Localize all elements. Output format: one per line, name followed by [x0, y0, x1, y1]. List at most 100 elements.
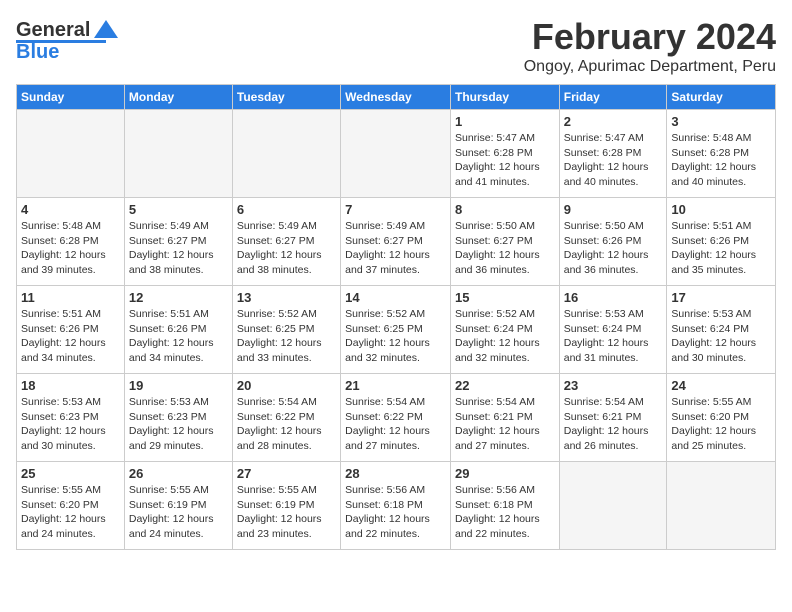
day-number: 6 [237, 202, 336, 217]
calendar-cell: 28Sunrise: 5:56 AMSunset: 6:18 PMDayligh… [341, 462, 451, 550]
day-number: 21 [345, 378, 446, 393]
day-info: Sunrise: 5:54 AMSunset: 6:21 PMDaylight:… [564, 395, 663, 454]
calendar-cell: 19 Sunrise: 5:53 AMSunset: 6:23 PMDayligh… [124, 374, 232, 462]
day-info: Sunrise: 5:47 AMSunset: 6:28 PMDaylight:… [564, 131, 663, 190]
calendar-week-row-4: 18 Sunrise: 5:53 AMSunset: 6:23 PMDayligh… [17, 374, 776, 462]
day-number: 1 [455, 114, 555, 129]
day-number: 2 [564, 114, 663, 129]
title-block: February 2024 Ongoy, Apurimac Department… [524, 16, 776, 76]
day-info: Sunrise: 5:50 AMSunset: 6:26 PMDaylight:… [564, 219, 663, 278]
day-info: Sunrise: 5:54 AMSunset: 6:22 PMDaylight:… [345, 395, 446, 454]
day-info: Sunrise: 5:55 AMSunset: 6:19 PMDaylight:… [129, 483, 228, 542]
calendar-cell: 5 Sunrise: 5:49 AMSunset: 6:27 PMDaylight… [124, 198, 232, 286]
logo-text: General [16, 19, 90, 42]
day-info: Sunrise: 5:52 AMSunset: 6:24 PMDaylight:… [455, 307, 555, 366]
calendar-cell: 12Sunrise: 5:51 AMSunset: 6:26 PMDayligh… [124, 286, 232, 374]
day-info: Sunrise: 5:49 AMSunset: 6:27 PMDaylight:… [237, 219, 336, 278]
day-number: 13 [237, 290, 336, 305]
calendar-cell: 23 Sunrise: 5:54 AMSunset: 6:21 PMDayligh… [559, 374, 667, 462]
day-info: Sunrise: 5:55 AMSunset: 6:20 PMDaylight:… [671, 395, 771, 454]
calendar-week-row-3: 11Sunrise: 5:51 AMSunset: 6:26 PMDayligh… [17, 286, 776, 374]
day-number: 26 [129, 466, 228, 481]
day-info: Sunrise: 5:54 AMSunset: 6:22 PMDaylight:… [237, 395, 336, 454]
header-friday: Friday [559, 85, 667, 110]
day-info: Sunrise: 5:53 AMSunset: 6:24 PMDaylight:… [564, 307, 663, 366]
calendar-cell: 24 Sunrise: 5:55 AMSunset: 6:20 PMDayligh… [667, 374, 776, 462]
day-number: 8 [455, 202, 555, 217]
header-tuesday: Tuesday [232, 85, 340, 110]
day-info: Sunrise: 5:52 AMSunset: 6:25 PMDaylight:… [345, 307, 446, 366]
calendar-cell: 3Sunrise: 5:48 AMSunset: 6:28 PMDaylight… [667, 110, 776, 198]
calendar-cell: 26 Sunrise: 5:55 AMSunset: 6:19 PMDayligh… [124, 462, 232, 550]
calendar-cell [667, 462, 776, 550]
calendar-week-row-5: 25Sunrise: 5:55 AMSunset: 6:20 PMDayligh… [17, 462, 776, 550]
calendar-cell: 13 Sunrise: 5:52 AMSunset: 6:25 PMDayligh… [232, 286, 340, 374]
day-number: 24 [671, 378, 771, 393]
day-info: Sunrise: 5:53 AMSunset: 6:23 PMDaylight:… [21, 395, 120, 454]
calendar-cell: 25Sunrise: 5:55 AMSunset: 6:20 PMDayligh… [17, 462, 125, 550]
logo-blue-text: Blue [16, 41, 59, 64]
calendar-cell: 18 Sunrise: 5:53 AMSunset: 6:23 PMDayligh… [17, 374, 125, 462]
calendar-cell: 16 Sunrise: 5:53 AMSunset: 6:24 PMDayligh… [559, 286, 667, 374]
day-info: Sunrise: 5:51 AMSunset: 6:26 PMDaylight:… [671, 219, 771, 278]
day-info: Sunrise: 5:50 AMSunset: 6:27 PMDaylight:… [455, 219, 555, 278]
day-info: Sunrise: 5:49 AMSunset: 6:27 PMDaylight:… [345, 219, 446, 278]
calendar-cell: 10 Sunrise: 5:51 AMSunset: 6:26 PMDayligh… [667, 198, 776, 286]
calendar-cell: 6 Sunrise: 5:49 AMSunset: 6:27 PMDaylight… [232, 198, 340, 286]
day-info: Sunrise: 5:53 AMSunset: 6:24 PMDaylight:… [671, 307, 771, 366]
day-info: Sunrise: 5:54 AMSunset: 6:21 PMDaylight:… [455, 395, 555, 454]
calendar-cell [559, 462, 667, 550]
logo: General Blue [16, 16, 120, 64]
calendar-cell: 15 Sunrise: 5:52 AMSunset: 6:24 PMDayligh… [450, 286, 559, 374]
calendar-cell [232, 110, 340, 198]
day-info: Sunrise: 5:53 AMSunset: 6:23 PMDaylight:… [129, 395, 228, 454]
day-number: 22 [455, 378, 555, 393]
header-monday: Monday [124, 85, 232, 110]
page-header: General Blue February 2024 Ongoy, Apurim… [16, 16, 776, 76]
header-saturday: Saturday [667, 85, 776, 110]
page-title: February 2024 [524, 16, 776, 58]
day-number: 7 [345, 202, 446, 217]
day-number: 15 [455, 290, 555, 305]
day-info: Sunrise: 5:51 AMSunset: 6:26 PMDaylight:… [21, 307, 120, 366]
calendar-cell: 11Sunrise: 5:51 AMSunset: 6:26 PMDayligh… [17, 286, 125, 374]
calendar-table: Sunday Monday Tuesday Wednesday Thursday… [16, 84, 776, 550]
day-number: 23 [564, 378, 663, 393]
calendar-cell: 27Sunrise: 5:55 AMSunset: 6:19 PMDayligh… [232, 462, 340, 550]
day-number: 29 [455, 466, 555, 481]
day-number: 19 [129, 378, 228, 393]
day-info: Sunrise: 5:55 AMSunset: 6:20 PMDaylight:… [21, 483, 120, 542]
day-info: Sunrise: 5:56 AMSunset: 6:18 PMDaylight:… [455, 483, 555, 542]
calendar-cell: 7 Sunrise: 5:49 AMSunset: 6:27 PMDaylight… [341, 198, 451, 286]
day-info: Sunrise: 5:52 AMSunset: 6:25 PMDaylight:… [237, 307, 336, 366]
day-number: 4 [21, 202, 120, 217]
calendar-cell: 2 Sunrise: 5:47 AMSunset: 6:28 PMDaylight… [559, 110, 667, 198]
day-info: Sunrise: 5:48 AMSunset: 6:28 PMDaylight:… [21, 219, 120, 278]
day-info: Sunrise: 5:55 AMSunset: 6:19 PMDaylight:… [237, 483, 336, 542]
calendar-cell: 29 Sunrise: 5:56 AMSunset: 6:18 PMDayligh… [450, 462, 559, 550]
calendar-cell: 17 Sunrise: 5:53 AMSunset: 6:24 PMDayligh… [667, 286, 776, 374]
day-number: 9 [564, 202, 663, 217]
calendar-cell: 14Sunrise: 5:52 AMSunset: 6:25 PMDayligh… [341, 286, 451, 374]
header-thursday: Thursday [450, 85, 559, 110]
header-wednesday: Wednesday [341, 85, 451, 110]
calendar-week-row-2: 4 Sunrise: 5:48 AMSunset: 6:28 PMDaylight… [17, 198, 776, 286]
day-number: 5 [129, 202, 228, 217]
calendar-week-row-1: 1 Sunrise: 5:47 AMSunset: 6:28 PMDaylight… [17, 110, 776, 198]
day-info: Sunrise: 5:48 AMSunset: 6:28 PMDaylight:… [671, 131, 771, 190]
day-number: 10 [671, 202, 771, 217]
day-number: 18 [21, 378, 120, 393]
calendar-cell: 22 Sunrise: 5:54 AMSunset: 6:21 PMDayligh… [450, 374, 559, 462]
calendar-cell: 1Sunrise: 5:47 AMSunset: 6:28 PMDaylight… [450, 110, 559, 198]
day-number: 17 [671, 290, 771, 305]
calendar-cell [124, 110, 232, 198]
day-info: Sunrise: 5:49 AMSunset: 6:27 PMDaylight:… [129, 219, 228, 278]
page-subtitle: Ongoy, Apurimac Department, Peru [524, 58, 776, 76]
calendar-cell: 8 Sunrise: 5:50 AMSunset: 6:27 PMDaylight… [450, 198, 559, 286]
calendar-cell [341, 110, 451, 198]
day-info: Sunrise: 5:51 AMSunset: 6:26 PMDaylight:… [129, 307, 228, 366]
day-info: Sunrise: 5:56 AMSunset: 6:18 PMDaylight:… [345, 483, 446, 542]
day-number: 16 [564, 290, 663, 305]
calendar-cell [17, 110, 125, 198]
calendar-cell: 20Sunrise: 5:54 AMSunset: 6:22 PMDayligh… [232, 374, 340, 462]
